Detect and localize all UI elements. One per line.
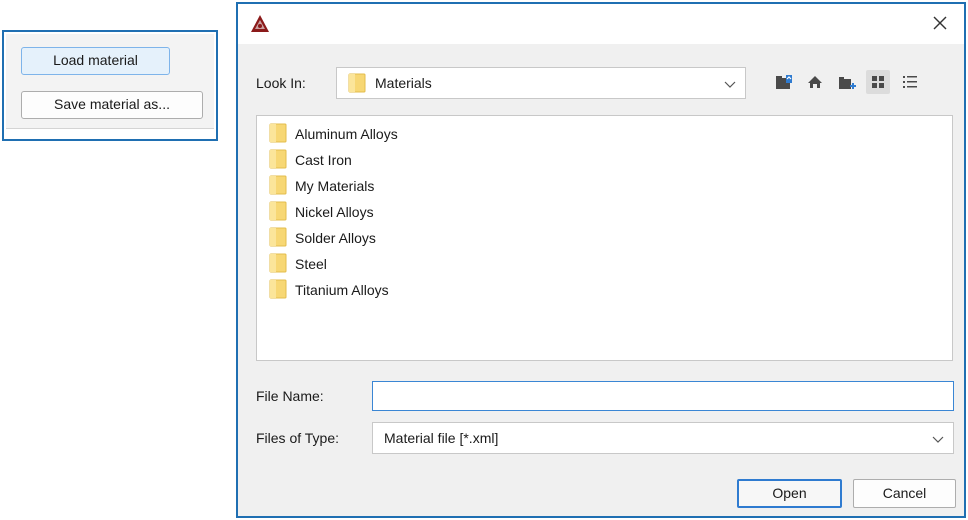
folder-item[interactable]: My Materials xyxy=(269,174,374,198)
load-material-button[interactable]: Load material xyxy=(21,47,170,75)
folder-item[interactable]: Steel xyxy=(269,252,327,276)
folder-icon xyxy=(269,253,287,276)
close-icon xyxy=(932,15,948,34)
open-file-dialog: Look In: Materials Aluminum Alloys Cast … xyxy=(236,2,966,518)
folder-icon xyxy=(269,201,287,224)
files-of-type-dropdown[interactable]: Material file [*.xml] xyxy=(372,422,954,454)
folder-item[interactable]: Titanium Alloys xyxy=(269,278,389,302)
app-logo-icon xyxy=(250,14,270,34)
open-button[interactable]: Open xyxy=(737,479,842,508)
folder-name: Nickel Alloys xyxy=(295,204,374,220)
cancel-button[interactable]: Cancel xyxy=(853,479,956,508)
file-name-input[interactable] xyxy=(372,381,954,411)
files-of-type-value: Material file [*.xml] xyxy=(384,430,499,446)
chevron-down-icon xyxy=(931,432,945,446)
close-button[interactable] xyxy=(926,10,954,38)
look-in-value: Materials xyxy=(375,75,432,91)
folder-icon xyxy=(269,279,287,302)
folder-name: Cast Iron xyxy=(295,152,352,168)
file-list[interactable]: Aluminum Alloys Cast Iron My Materials N… xyxy=(256,115,953,361)
list-view-icon[interactable] xyxy=(866,70,890,94)
look-in-dropdown[interactable]: Materials xyxy=(336,67,746,99)
file-name-label: File Name: xyxy=(256,388,324,404)
folder-item[interactable]: Solder Alloys xyxy=(269,226,376,250)
panel-background: Load material Save material as... xyxy=(6,34,214,129)
look-in-label: Look In: xyxy=(256,75,306,91)
save-material-as-button[interactable]: Save material as... xyxy=(21,91,203,119)
folder-item[interactable]: Nickel Alloys xyxy=(269,200,374,224)
material-buttons-panel: Load material Save material as... xyxy=(2,30,218,141)
new-folder-icon[interactable] xyxy=(835,70,859,94)
folder-name: My Materials xyxy=(295,178,375,194)
home-icon[interactable] xyxy=(803,70,827,94)
folder-name: Solder Alloys xyxy=(295,230,376,246)
chevron-down-icon xyxy=(723,77,737,91)
folder-icon xyxy=(269,123,287,146)
folder-name: Aluminum Alloys xyxy=(295,126,398,142)
folder-item[interactable]: Cast Iron xyxy=(269,148,352,172)
details-view-icon[interactable] xyxy=(898,70,922,94)
dialog-titlebar xyxy=(238,4,964,44)
folder-icon xyxy=(269,227,287,250)
folder-name: Titanium Alloys xyxy=(295,282,389,298)
folder-item[interactable]: Aluminum Alloys xyxy=(269,122,398,146)
folder-name: Steel xyxy=(295,256,327,272)
files-of-type-label: Files of Type: xyxy=(256,430,340,446)
folder-icon xyxy=(269,175,287,198)
folder-icon xyxy=(348,73,366,96)
up-folder-icon[interactable] xyxy=(772,70,796,94)
folder-icon xyxy=(269,149,287,172)
